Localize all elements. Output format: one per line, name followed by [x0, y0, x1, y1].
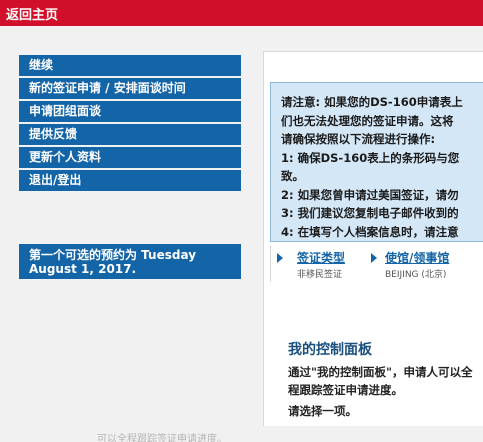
top-bar: 返回主页	[0, 0, 483, 26]
notice-line: 1: 确保DS-160表上的条形码与您	[281, 150, 460, 165]
notice-box: 请注意: 如果您的DS-160申请表上 们也无法处理您的签证申请。这将 请确保按…	[270, 82, 483, 242]
left-menu: 继续 新的签证申请 / 安排面谈时间 申请团组面谈 提供反馈 更新个人资料 退出…	[19, 55, 241, 193]
home-link[interactable]: 返回主页	[6, 4, 58, 23]
menu-item-new-application[interactable]: 新的签证申请 / 安排面谈时间	[19, 78, 241, 99]
notice-line: 请确保按照以下流程进行操作:	[281, 132, 436, 146]
appointment-line-1: 第一个可选的预约为 Tuesday	[29, 248, 197, 262]
notice-line: 请注意: 如果您的DS-160申请表上	[281, 95, 463, 109]
dashboard-title: 我的控制面板	[288, 342, 372, 358]
breadcrumb-step-subtitle: 非移民签证	[297, 270, 343, 280]
breadcrumb-step-title: 使馆/领事馆	[385, 251, 450, 265]
breadcrumb-step-subtitle: BEIJING (北京)	[385, 270, 447, 280]
breadcrumb-step-title: 签证类型	[297, 251, 346, 265]
breadcrumb: 签证类型 非移民签证 使馆/领事馆 BEIJING (北京)	[270, 246, 483, 282]
menu-item-group-interview[interactable]: 申请团组面谈	[19, 101, 241, 122]
notice-line: 3: 我们建议您复制电子邮件收到的	[281, 206, 459, 220]
appointment-line-2: August 1, 2017.	[29, 262, 137, 276]
breadcrumb-step-visa-type[interactable]: 签证类型 非移民签证	[297, 249, 345, 280]
notice-line: 4: 在填写个人档案信息时，请注意	[281, 224, 459, 239]
breadcrumb-step-embassy[interactable]: 使馆/领事馆 BEIJING (北京)	[385, 249, 449, 280]
notice-line: 们也无法处理您的签证申请。这将	[281, 113, 454, 128]
menu-item-update-profile[interactable]: 更新个人资料	[19, 147, 241, 168]
faded-text: 可以全程跟踪签证申请进度。	[97, 434, 227, 442]
breadcrumb-arrow-icon	[371, 253, 377, 263]
first-appointment-box: 第一个可选的预约为 Tuesday August 1, 2017.	[19, 244, 241, 279]
notice-line: 致。	[281, 169, 304, 183]
menu-item-logout[interactable]: 退出/登出	[19, 170, 241, 191]
menu-item-continue[interactable]: 继续	[19, 55, 241, 76]
dashboard-description: 通过"我的控制面板"，申请人可以全程跟踪签证申请进度。	[288, 365, 473, 397]
menu-item-feedback[interactable]: 提供反馈	[19, 124, 241, 145]
breadcrumb-arrow-icon	[277, 253, 283, 263]
notice-line: 2: 如果您曾申请过美国签证，请勿	[281, 187, 459, 202]
dashboard-choose-prompt: 请选择一项。	[288, 404, 357, 418]
